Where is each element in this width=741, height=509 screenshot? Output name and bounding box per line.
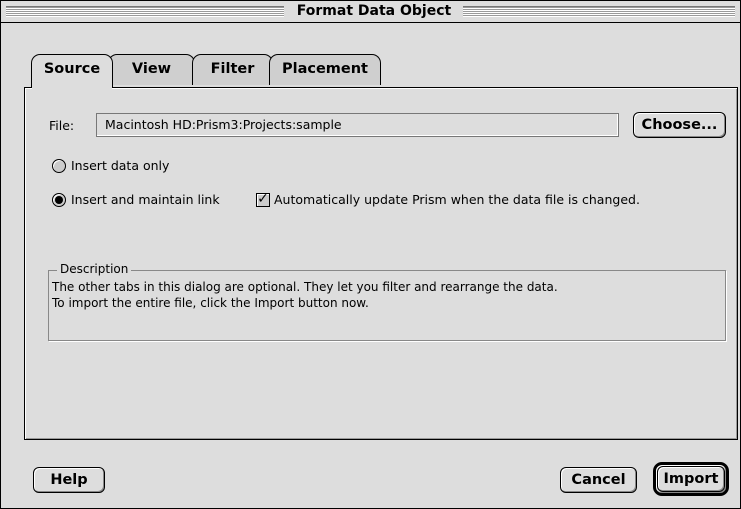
tab-source[interactable]: Source bbox=[31, 54, 113, 89]
tab-view[interactable]: View bbox=[108, 54, 195, 85]
file-label: File: bbox=[49, 118, 75, 133]
checkmark-icon: ✓ bbox=[257, 191, 269, 207]
title-bar[interactable]: Format Data Object bbox=[1, 1, 740, 23]
insert-data-only-label[interactable]: Insert data only bbox=[71, 158, 169, 173]
insert-and-maintain-link-label[interactable]: Insert and maintain link bbox=[71, 192, 220, 207]
auto-update-label[interactable]: Automatically update Prism when the data… bbox=[274, 192, 640, 207]
help-button[interactable]: Help bbox=[33, 467, 105, 493]
description-line-1: The other tabs in this dialog are option… bbox=[52, 280, 558, 294]
title-bar-stripes-right bbox=[463, 6, 735, 17]
file-path-field: Macintosh HD:Prism3:Projects:sample bbox=[96, 113, 619, 137]
insert-data-only-radio[interactable] bbox=[52, 159, 66, 173]
format-data-object-dialog: Format Data Object View Filter Placement… bbox=[0, 0, 741, 509]
import-button[interactable]: Import bbox=[657, 466, 725, 492]
tab-placement[interactable]: Placement bbox=[269, 54, 381, 85]
cancel-button[interactable]: Cancel bbox=[560, 467, 637, 493]
description-text: The other tabs in this dialog are option… bbox=[52, 279, 722, 311]
title-bar-stripes-left bbox=[6, 6, 284, 17]
tab-filter[interactable]: Filter bbox=[192, 54, 273, 85]
choose-button[interactable]: Choose... bbox=[633, 112, 726, 138]
insert-and-maintain-link-radio[interactable] bbox=[52, 193, 66, 207]
auto-update-checkbox[interactable]: ✓ bbox=[256, 191, 270, 207]
window-title: Format Data Object bbox=[296, 3, 452, 19]
description-group-title: Description bbox=[57, 262, 132, 276]
description-line-2: To import the entire file, click the Imp… bbox=[52, 296, 369, 310]
